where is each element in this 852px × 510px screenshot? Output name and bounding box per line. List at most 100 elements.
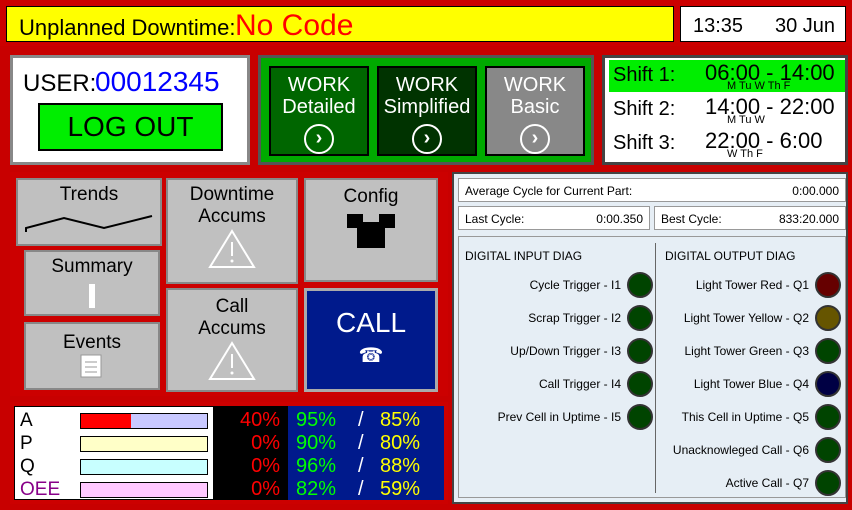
status-led-icon: [815, 338, 841, 364]
warning-icon: [208, 341, 256, 380]
oee-metric-percent: 0%: [251, 455, 280, 477]
oee-metric-percent: 0%: [251, 432, 280, 454]
status-led-icon: [815, 305, 841, 331]
work-basic-button[interactable]: WORK Basic ›: [485, 66, 585, 156]
oee-metric-percent: 40%: [239, 409, 280, 431]
shift-name: Shift 2:: [613, 98, 676, 120]
input-row: Scrap Trigger - I2: [469, 304, 655, 332]
downtime-accums-button[interactable]: Downtime Accums: [166, 178, 298, 284]
output-row: Light Tower Blue - Q4: [657, 370, 843, 398]
summary-icon: [89, 284, 95, 308]
input-row: Prev Cell in Uptime - I5: [469, 403, 655, 431]
work-simplified-line1: WORK: [395, 74, 459, 96]
clock-panel: 13:35 30 Jun: [680, 6, 846, 42]
oee-metric-fill: [81, 414, 132, 428]
status-led-icon: [815, 404, 841, 430]
events-label: Events: [62, 332, 122, 353]
avg-cycle-label: Average Cycle for Current Part:: [465, 184, 633, 198]
oee-metric-separator: /: [358, 478, 364, 500]
oee-metric-target: 85%: [380, 409, 421, 431]
oee-panel: A 40% 95% / 85% P 0% 90% / 80% Q 0% 96% / 88% OEE 0% 82% /…: [10, 402, 448, 504]
oee-metric-bar: [80, 482, 208, 498]
oee-metric-bar: [80, 413, 208, 429]
shift-range: 22:00 - 6:00: [705, 128, 823, 153]
trend-line-icon: [25, 215, 153, 232]
oee-metric-actual: 82%: [296, 478, 337, 500]
oee-metric-separator: /: [358, 432, 364, 454]
status-led-icon: [627, 338, 653, 364]
oee-metric-label: OEE: [20, 479, 61, 500]
oee-metric-bar: [80, 436, 208, 452]
input-label: Scrap Trigger - I2: [528, 311, 621, 325]
output-label: Light Tower Blue - Q4: [693, 377, 809, 391]
status-led-icon: [627, 371, 653, 397]
oee-metric-target: 59%: [380, 478, 421, 500]
user-id: 00012345: [95, 66, 220, 97]
shift-row-3: Shift 3: 22:00 - 6:00 W Th F: [609, 128, 845, 160]
oee-metric-target: 80%: [380, 432, 421, 454]
oee-metric-actual: 96%: [296, 455, 337, 477]
work-detailed-button[interactable]: WORK Detailed ›: [269, 66, 369, 156]
output-label: Light Tower Red - Q1: [695, 278, 809, 292]
io-diag-area: DIGITAL INPUT DIAG DIGITAL OUTPUT DIAG C…: [458, 236, 846, 498]
header-bar: Unplanned Downtime: No Code 13:35 30 Jun: [0, 0, 852, 46]
shift-range: 14:00 - 22:00: [705, 94, 835, 119]
input-row: Up/Down Trigger - I3: [469, 337, 655, 365]
arrow-right-icon: ›: [304, 124, 334, 154]
config-button[interactable]: Config: [304, 178, 438, 282]
input-label: Cycle Trigger - I1: [529, 278, 621, 292]
input-label: Up/Down Trigger - I3: [510, 344, 621, 358]
work-basic-line2: Basic: [510, 96, 560, 118]
oee-metric-target: 88%: [380, 455, 421, 477]
oee-metric-label: P: [20, 433, 33, 454]
document-icon: [80, 354, 102, 378]
shift-days: M Tu W Th F: [727, 80, 791, 92]
output-row: Light Tower Red - Q1: [657, 271, 843, 299]
oee-metric-actual: 95%: [296, 409, 337, 431]
output-label: Light Tower Green - Q3: [684, 344, 809, 358]
oee-metric-label: Q: [20, 456, 35, 477]
downtime-label: Unplanned Downtime:: [19, 15, 236, 40]
last-cycle-row: Last Cycle: 0:00.350: [458, 206, 650, 230]
status-led-icon: [627, 272, 653, 298]
call-label: CALL: [335, 307, 407, 338]
clock-date: 30 Jun: [775, 15, 836, 37]
oee-metric-bar: [80, 459, 208, 475]
downtime-code: No Code: [235, 9, 354, 42]
avg-cycle-row: Average Cycle for Current Part: 0:00.000: [458, 178, 846, 202]
last-cycle-value: 0:00.350: [596, 212, 643, 226]
oee-metric-separator: /: [358, 409, 364, 431]
output-row: Unacknowleged Call - Q6: [657, 436, 843, 464]
status-led-icon: [815, 272, 841, 298]
clock-time: 13:35: [693, 15, 744, 37]
input-diag-header: DIGITAL INPUT DIAG: [465, 249, 583, 263]
trends-label: Trends: [59, 184, 119, 205]
status-led-icon: [627, 404, 653, 430]
summary-button[interactable]: Summary: [24, 250, 160, 316]
input-label: Call Trigger - I4: [538, 377, 621, 391]
arrow-right-icon: ›: [412, 124, 442, 154]
logout-button[interactable]: LOG OUT: [38, 103, 223, 151]
input-label: Prev Cell in Uptime - I5: [497, 410, 621, 424]
best-cycle-row: Best Cycle: 833:20.000: [654, 206, 846, 230]
phone-icon: ☎: [358, 345, 384, 367]
config-label: Config: [343, 186, 399, 207]
work-basic-line1: WORK: [503, 74, 567, 96]
output-row: Light Tower Yellow - Q2: [657, 304, 843, 332]
output-label: Active Call - Q7: [725, 476, 809, 490]
events-button[interactable]: Events: [24, 322, 160, 390]
work-panel: WORK Detailed › WORK Simplified › WORK B…: [258, 55, 594, 165]
status-led-icon: [627, 305, 653, 331]
output-row: Light Tower Green - Q3: [657, 337, 843, 365]
work-simplified-button[interactable]: WORK Simplified ›: [377, 66, 477, 156]
work-simplified-line2: Simplified: [383, 96, 471, 118]
call-accums-button[interactable]: Call Accums: [166, 288, 298, 392]
best-cycle-value: 833:20.000: [778, 212, 839, 226]
diagnostics-panel: Average Cycle for Current Part: 0:00.000…: [452, 172, 848, 504]
output-label: Unacknowleged Call - Q6: [672, 443, 809, 457]
call-button[interactable]: CALL ☎: [304, 288, 438, 392]
shift-days: M Tu W: [727, 114, 765, 126]
output-diag-header: DIGITAL OUTPUT DIAG: [665, 249, 796, 263]
avg-cycle-value: 0:00.000: [792, 184, 839, 198]
trends-button[interactable]: Trends: [16, 178, 162, 246]
